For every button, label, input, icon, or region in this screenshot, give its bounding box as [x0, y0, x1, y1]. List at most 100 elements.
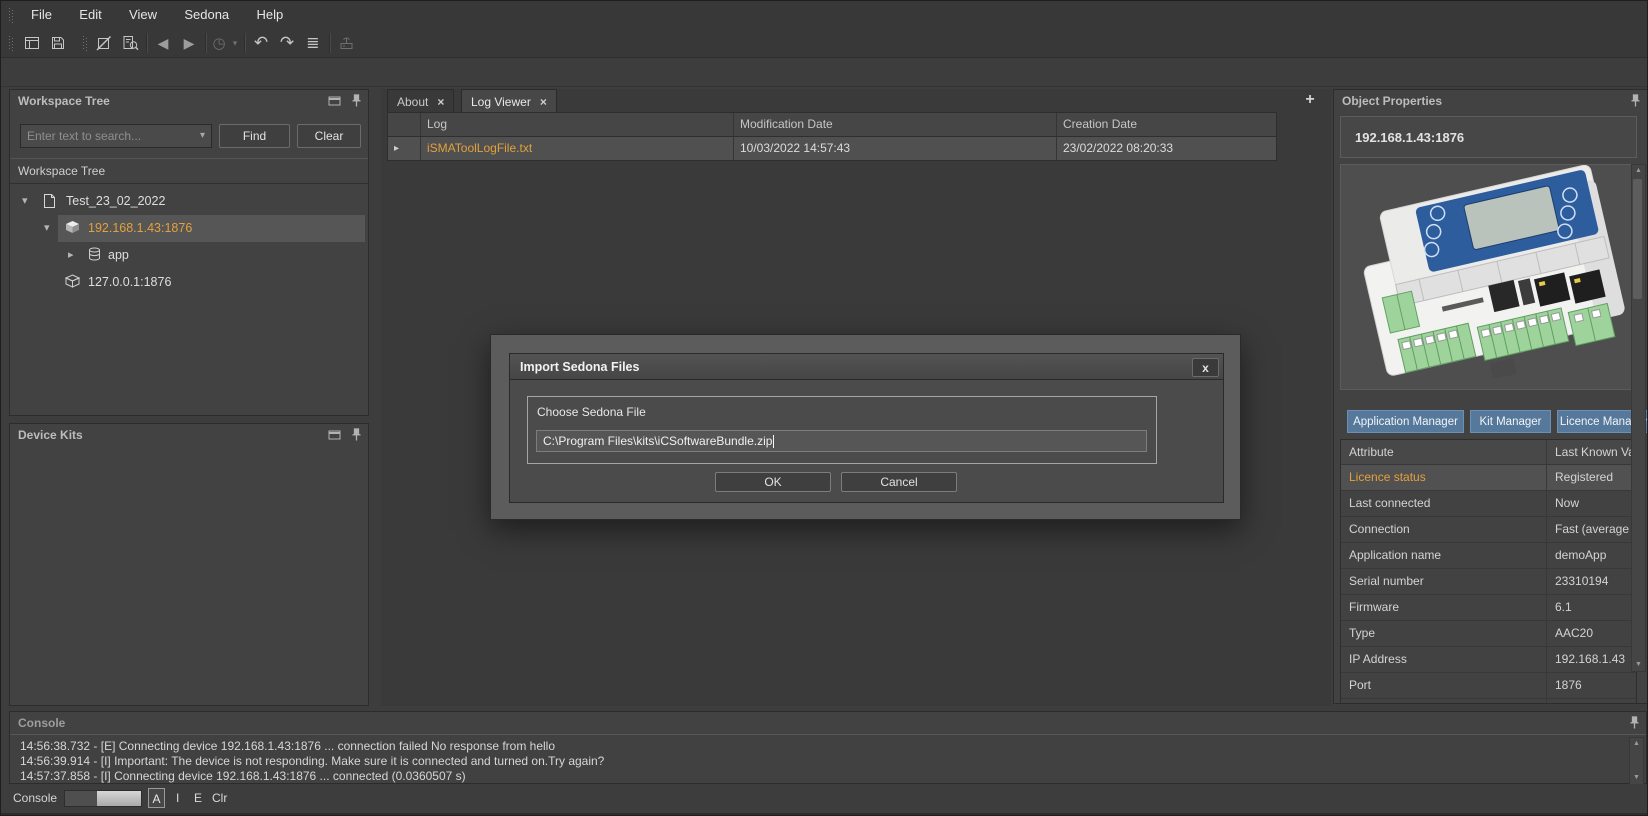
- property-row[interactable]: Port 1876: [1341, 673, 1636, 699]
- add-tab-icon[interactable]: +: [1301, 91, 1319, 109]
- menu-file[interactable]: File: [19, 1, 64, 28]
- filter-all-button[interactable]: A: [148, 788, 165, 808]
- tree-item-device-selected[interactable]: ▾ 192.168.1.43:1876: [10, 215, 367, 242]
- log-list-icon[interactable]: ≣: [300, 32, 326, 54]
- clear-console-button[interactable]: Clr: [212, 791, 227, 805]
- dialog-title-bar[interactable]: Import Sedona Files x: [509, 353, 1224, 380]
- pin-icon[interactable]: [351, 94, 362, 108]
- column-header-last-known-value[interactable]: Last Known Value: [1547, 440, 1636, 464]
- scroll-up-icon[interactable]: ▲: [1630, 738, 1643, 750]
- property-row[interactable]: Last connected Now: [1341, 491, 1636, 517]
- row-expander-icon[interactable]: ▸: [388, 137, 421, 160]
- expand-caret-icon[interactable]: ▾: [22, 194, 28, 207]
- property-row[interactable]: Licence status Registered: [1341, 465, 1636, 491]
- property-row[interactable]: Serial number 23310194: [1341, 569, 1636, 595]
- property-value: 6.1: [1547, 595, 1636, 620]
- application-manager-button[interactable]: Application Manager: [1347, 410, 1464, 433]
- tree-item-localhost[interactable]: 127.0.0.1:1876: [10, 269, 367, 296]
- filter-error-button[interactable]: E: [194, 791, 202, 805]
- search-placeholder: Enter text to search...: [27, 129, 141, 143]
- cancel-button[interactable]: Cancel: [841, 472, 957, 492]
- ok-button[interactable]: OK: [715, 472, 831, 492]
- property-attr: Serial number: [1341, 569, 1547, 594]
- minimize-panel-icon[interactable]: [328, 96, 341, 106]
- property-row[interactable]: IP Address 192.168.1.43: [1341, 647, 1636, 673]
- log-table-row[interactable]: ▸ iSMAToolLogFile.txt 10/03/2022 14:57:4…: [388, 136, 1276, 160]
- search-input[interactable]: Enter text to search... ▾: [20, 124, 212, 148]
- menu-view[interactable]: View: [117, 1, 169, 28]
- filter-info-button[interactable]: I: [176, 791, 179, 805]
- device-search-icon[interactable]: [117, 32, 143, 54]
- tree-item-label: app: [108, 248, 129, 262]
- undo-icon[interactable]: ↶: [248, 32, 274, 54]
- property-row[interactable]: Connection Fast (average <1 ms): [1341, 517, 1636, 543]
- console-level-slider[interactable]: [64, 790, 142, 807]
- collapsed-caret-icon[interactable]: ▸: [68, 248, 74, 261]
- redo-icon[interactable]: ↷: [274, 32, 300, 54]
- property-attr: Mac Address: [1341, 699, 1547, 704]
- window-layout-icon[interactable]: [19, 32, 45, 54]
- scroll-down-icon[interactable]: ▼: [1630, 772, 1643, 784]
- status-bar: Console A I E Clr: [1, 784, 1648, 813]
- expand-caret-icon[interactable]: ▾: [44, 221, 50, 234]
- menu-bar: File Edit View Sedona Help: [1, 1, 1648, 29]
- properties-table: Attribute Last Known Value Licence statu…: [1340, 439, 1637, 704]
- search-dropdown-icon[interactable]: ▾: [200, 130, 205, 141]
- log-table: Log Modification Date Creation Date ▸ iS…: [387, 112, 1277, 161]
- toolbar-separator: [146, 33, 147, 53]
- tab-about[interactable]: About ×: [387, 89, 454, 114]
- toolbar-grip-2[interactable]: [83, 36, 88, 51]
- column-header-log[interactable]: Log: [421, 113, 734, 136]
- scrollbar-thumb[interactable]: [1633, 179, 1642, 299]
- pin-icon[interactable]: [1630, 94, 1641, 108]
- status-console-label: Console: [13, 791, 57, 805]
- close-tab-icon[interactable]: ×: [437, 95, 444, 109]
- toolbar-grip-1[interactable]: [9, 36, 14, 51]
- dialog-close-button[interactable]: x: [1192, 358, 1219, 377]
- menu-sedona[interactable]: Sedona: [172, 1, 241, 28]
- forward-icon[interactable]: ▶: [176, 32, 202, 54]
- kit-manager-button[interactable]: Kit Manager: [1470, 410, 1551, 433]
- clear-button[interactable]: Clear: [297, 124, 361, 148]
- close-tab-icon[interactable]: ×: [540, 95, 547, 109]
- save-icon[interactable]: [45, 32, 71, 54]
- device-kits-panel: Device Kits: [9, 423, 369, 706]
- property-row[interactable]: Type AAC20: [1341, 621, 1636, 647]
- device-connect-icon[interactable]: [333, 32, 359, 54]
- column-header-attribute[interactable]: Attribute: [1341, 440, 1547, 464]
- scroll-up-icon[interactable]: ▲: [1632, 165, 1645, 177]
- property-value: AAC20: [1547, 621, 1636, 646]
- property-attr: Connection: [1341, 517, 1547, 542]
- history-icon[interactable]: ◷: [209, 32, 229, 54]
- tab-log-viewer[interactable]: Log Viewer ×: [461, 89, 557, 114]
- property-row[interactable]: Firmware 6.1: [1341, 595, 1636, 621]
- property-row[interactable]: Application name demoApp: [1341, 543, 1636, 569]
- tree-item-app[interactable]: ▸ app: [10, 242, 367, 269]
- manager-buttons-row: Application Manager Kit Manager Licence …: [1334, 410, 1648, 431]
- history-dropdown-icon[interactable]: ▾: [229, 32, 241, 54]
- property-value: Fast (average <1 ms): [1547, 517, 1636, 542]
- property-value: 192.168.1.43: [1547, 647, 1636, 672]
- property-value: 23310194: [1547, 569, 1636, 594]
- console-log-line: 14:56:38.732 - [E] Connecting device 192…: [20, 739, 1616, 754]
- properties-scrollbar[interactable]: ▲ ▼: [1631, 164, 1646, 672]
- console-scrollbar[interactable]: ▲ ▼: [1629, 737, 1644, 785]
- menu-edit[interactable]: Edit: [67, 1, 113, 28]
- back-icon[interactable]: ◀: [150, 32, 176, 54]
- find-button[interactable]: Find: [219, 124, 290, 148]
- tree-item-project[interactable]: ▾ Test_23_02_2022: [10, 188, 367, 215]
- wire-sheet-edit-icon[interactable]: [91, 32, 117, 54]
- console-log-area[interactable]: 14:56:38.732 - [E] Connecting device 192…: [10, 734, 1646, 783]
- database-icon: [88, 247, 101, 261]
- pin-icon[interactable]: [1629, 716, 1640, 730]
- scroll-down-icon[interactable]: ▼: [1632, 659, 1645, 671]
- property-row[interactable]: Mac Address 54:10:EC:6B:DE:2E: [1341, 699, 1636, 704]
- pin-icon[interactable]: [351, 428, 362, 442]
- menu-help[interactable]: Help: [245, 1, 296, 28]
- aac20-lcd-controller-photo: [1340, 164, 1637, 390]
- column-header-modification-date[interactable]: Modification Date: [734, 113, 1057, 136]
- file-path-input[interactable]: C:\Program Files\kits\iCSoftwareBundle.z…: [536, 430, 1147, 452]
- column-header-creation-date[interactable]: Creation Date: [1057, 113, 1276, 136]
- minimize-panel-icon[interactable]: [328, 430, 341, 440]
- menubar-grip[interactable]: [9, 8, 14, 23]
